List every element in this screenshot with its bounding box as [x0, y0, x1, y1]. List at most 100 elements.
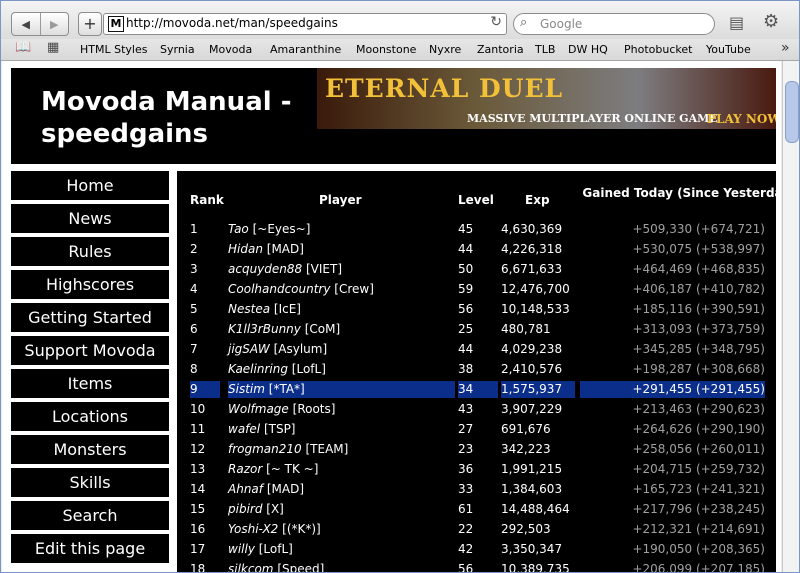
url-text[interactable]: http://movoda.net/man/speedgains: [126, 16, 338, 30]
player-name-link[interactable]: Tao: [228, 222, 249, 236]
sidebar-item-getting-started[interactable]: Getting Started: [11, 303, 169, 332]
page-content: Movoda Manual - speedgains ETERNAL DUEL …: [2, 61, 781, 572]
player-name-link[interactable]: Razor: [228, 462, 262, 476]
sidebar-item-search[interactable]: Search: [11, 501, 169, 530]
player-cell: Razor [~ TK ~]: [228, 461, 455, 478]
sidebar-item-highscores[interactable]: Highscores: [11, 270, 169, 299]
bookmarks-bar: 📖 ▦ HTML Styles Syrnia Movoda Amaranthin…: [1, 39, 799, 61]
player-name-link[interactable]: Hidan: [228, 242, 263, 256]
level-cell: 44: [458, 242, 474, 256]
player-name-link[interactable]: Kaelinring: [228, 362, 288, 376]
sidebar-item-home[interactable]: Home: [11, 171, 169, 200]
player-cell: Coolhandcountry [Crew]: [228, 281, 455, 298]
exp-cell: 1,384,603: [501, 482, 563, 496]
bookmark-link[interactable]: DW HQ: [568, 43, 608, 56]
bookmark-link[interactable]: Moonstone: [356, 43, 416, 56]
level-cell: 23: [458, 442, 474, 456]
nav-button-group: ◀ ▶: [11, 12, 69, 36]
player-name-link[interactable]: pibird: [228, 502, 262, 516]
sidebar-item-news[interactable]: News: [11, 204, 169, 233]
player-name-link[interactable]: Yoshi-X2: [228, 522, 278, 536]
gained-cell: +406,187 (+410,782): [632, 282, 765, 296]
player-guild: [Roots]: [292, 402, 336, 416]
rank-cell: 9: [190, 381, 220, 398]
bookmark-link[interactable]: Nyxre: [429, 43, 461, 56]
page-menu-icon[interactable]: ▤: [729, 13, 744, 32]
reload-icon[interactable]: ↻: [490, 14, 502, 30]
player-cell: Tao [~Eyes~]: [228, 221, 455, 238]
sidebar-item-locations[interactable]: Locations: [11, 402, 169, 431]
player-cell: K1ll3rBunny [CoM]: [228, 321, 455, 338]
player-cell: Nestea [IcE]: [228, 301, 455, 318]
search-engine-icon[interactable]: ⌕: [520, 15, 527, 30]
search-box[interactable]: ⌕ Google: [513, 13, 715, 35]
player-name-link[interactable]: K1ll3rBunny: [228, 322, 301, 336]
player-guild: [IcE]: [273, 302, 301, 316]
level-cell: 27: [458, 422, 474, 436]
address-bar[interactable]: M http://movoda.net/man/speedgains ↻: [103, 13, 507, 35]
more-bookmarks-chevron-icon[interactable]: »: [781, 40, 790, 56]
table-body: 1 Tao [~Eyes~] 45 4,630,369 +509,330 (+674,7…: [185, 221, 775, 572]
bookmark-link[interactable]: Movoda: [209, 43, 252, 56]
sidebar-item-edit-page[interactable]: Edit this page: [11, 534, 169, 563]
bookmark-link[interactable]: Zantoria: [477, 43, 524, 56]
player-cell: willy [LofL]: [228, 541, 455, 558]
player-guild: [Speed]: [277, 562, 325, 572]
player-guild: [~Eyes~]: [252, 222, 311, 236]
forward-button[interactable]: ▶: [41, 13, 69, 35]
rank-cell: 11: [190, 422, 206, 436]
player-cell: pibird [X]: [228, 501, 455, 518]
exp-cell: 6,671,633: [501, 262, 563, 276]
exp-cell: 292,503: [501, 522, 551, 536]
ad-banner[interactable]: ETERNAL DUEL MASSIVE MULTIPLAYER ONLINE …: [317, 68, 776, 129]
new-tab-button[interactable]: +: [78, 12, 102, 36]
player-name-link[interactable]: Wolfmage: [228, 402, 289, 416]
player-guild: [CoM]: [304, 322, 341, 336]
sidebar-item-monsters[interactable]: Monsters: [11, 435, 169, 464]
search-placeholder[interactable]: Google: [540, 17, 582, 31]
table-row: 2 Hidan [MAD] 44 4,226,318 +530,075 (+538,99…: [185, 241, 775, 261]
bookmark-link[interactable]: Syrnia: [160, 43, 195, 56]
player-guild: [Asylum]: [273, 342, 328, 356]
top-sites-grid-icon[interactable]: ▦: [47, 40, 59, 55]
gear-icon[interactable]: ⚙: [763, 11, 779, 32]
exp-cell: 12,476,700: [501, 282, 570, 296]
bookmark-link[interactable]: HTML Styles: [80, 43, 147, 56]
bookmarks-book-icon[interactable]: 📖: [15, 40, 31, 55]
rank-cell: 3: [190, 262, 198, 276]
player-name-link[interactable]: wafel: [228, 422, 260, 436]
player-cell: frogman210 [TEAM]: [228, 441, 455, 458]
player-name-link[interactable]: silkcom: [228, 562, 274, 572]
back-button[interactable]: ◀: [12, 13, 41, 35]
banner-play-now[interactable]: PLAY NOW: [707, 112, 776, 126]
exp-cell: 3,907,229: [501, 402, 563, 416]
player-name-link[interactable]: frogman210: [228, 442, 302, 456]
player-name-link[interactable]: jigSAW: [228, 342, 270, 356]
bookmark-link[interactable]: YouTube: [706, 43, 751, 56]
site-header: Movoda Manual - speedgains ETERNAL DUEL …: [11, 68, 776, 164]
bookmark-link[interactable]: Amaranthine: [270, 43, 341, 56]
table-row: 10 Wolfmage [Roots] 43 3,907,229 +213,463 (+…: [185, 401, 775, 421]
plus-icon: +: [83, 14, 97, 33]
player-name-link[interactable]: Coolhandcountry: [228, 282, 330, 296]
table-row: 8 Kaelinring [LofL] 38 2,410,576 +198,287 (+…: [185, 361, 775, 381]
player-name-link[interactable]: Sistim: [228, 382, 265, 396]
sidebar-item-rules[interactable]: Rules: [11, 237, 169, 266]
sidebar-item-items[interactable]: Items: [11, 369, 169, 398]
player-guild: [VIET]: [305, 262, 343, 276]
rank-cell: 14: [190, 482, 206, 496]
bookmark-link[interactable]: Photobucket: [624, 43, 692, 56]
player-name-link[interactable]: Ahnaf: [228, 482, 263, 496]
bookmark-link[interactable]: TLB: [535, 43, 555, 56]
banner-subtitle: MASSIVE MULTIPLAYER ONLINE GAME: [467, 112, 718, 125]
sidebar-item-skills[interactable]: Skills: [11, 468, 169, 497]
scrollbar-thumb[interactable]: [785, 81, 799, 143]
level-cell: 59: [458, 282, 474, 296]
player-name-link[interactable]: acquyden88: [228, 262, 302, 276]
table-row: 15 pibird [X] 61 14,488,464 +217,796 (+238,2…: [185, 501, 775, 521]
player-name-link[interactable]: willy: [228, 542, 255, 556]
vertical-scrollbar[interactable]: [782, 61, 799, 572]
player-name-link[interactable]: Nestea: [228, 302, 270, 316]
sidebar-item-support-movoda[interactable]: Support Movoda: [11, 336, 169, 365]
player-guild: [MAD]: [266, 242, 304, 256]
